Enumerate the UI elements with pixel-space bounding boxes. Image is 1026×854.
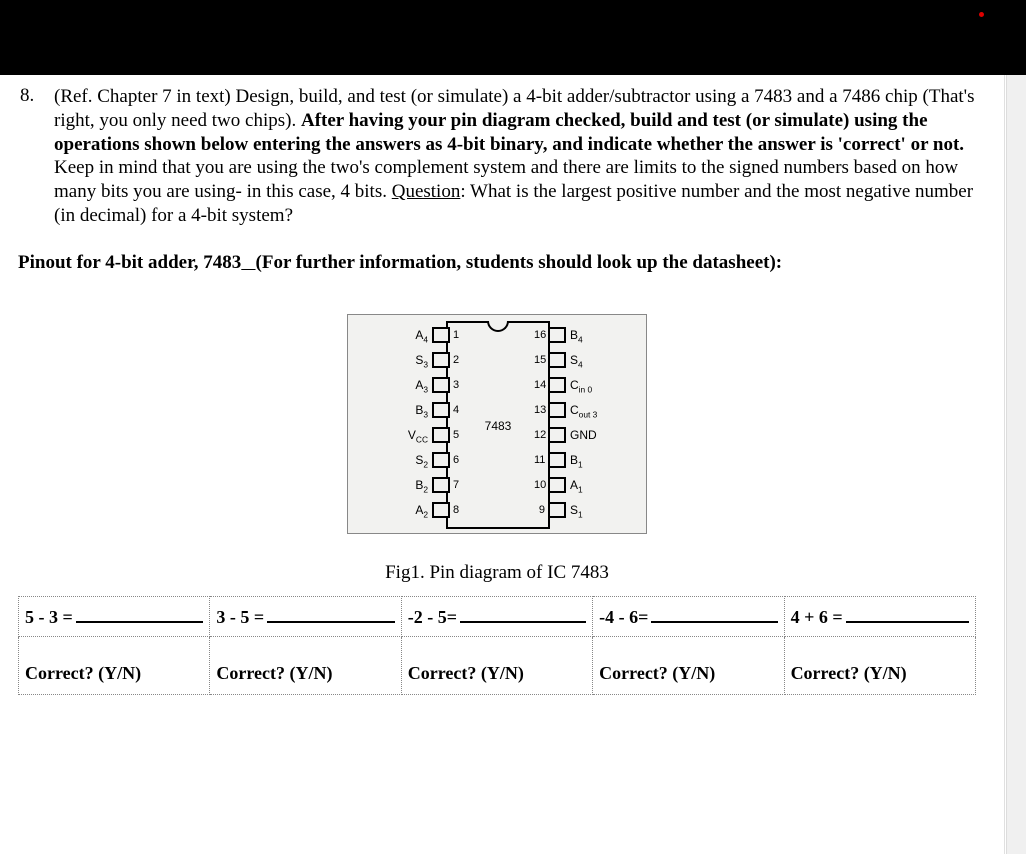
- pin-left-5: VCC 5: [396, 425, 464, 445]
- op-cell-1: 5 - 3 =: [19, 596, 210, 637]
- pin-box-icon: [548, 402, 566, 418]
- pin-box-icon: [548, 377, 566, 393]
- pin-left-1: A4 1: [396, 325, 464, 345]
- table-row: Correct? (Y/N) Correct? (Y/N) Correct? (…: [19, 637, 976, 695]
- question-body: (Ref. Chapter 7 in text) Design, build, …: [54, 85, 976, 228]
- pin-box-icon: [432, 502, 450, 518]
- pin-right-10: 10 A1: [534, 475, 602, 495]
- pin-box-icon: [432, 352, 450, 368]
- question-number: 8.: [18, 85, 54, 228]
- pinout-heading-a: Pinout for 4-bit adder, 7483: [18, 252, 241, 273]
- ic-diagram: 7483 A4 1 S3 2 A3 3 B3 4: [347, 314, 647, 534]
- recording-indicator-icon: [979, 12, 984, 17]
- answer-blank: [76, 605, 204, 624]
- operations-table: 5 - 3 = 3 - 5 = -2 - 5= -4 - 6= 4 + 6 = …: [18, 596, 976, 696]
- pin-right-16: 16 B4: [534, 325, 602, 345]
- ic-diagram-wrapper: 7483 A4 1 S3 2 A3 3 B3 4: [18, 314, 976, 540]
- pin-right-14: 14 Cin 0: [534, 375, 602, 395]
- pin-right-13: 13 Cout 3: [534, 400, 602, 420]
- question-text-ul: Question: [392, 181, 461, 202]
- pinout-heading: Pinout for 4-bit adder, 7483 (For furthe…: [18, 252, 976, 274]
- pin-right-12: 12 GND: [534, 425, 602, 445]
- op-cell-5: 4 + 6 =: [784, 596, 975, 637]
- pin-box-icon: [432, 477, 450, 493]
- answer-blank: [267, 605, 395, 624]
- pin-box-icon: [548, 452, 566, 468]
- pin-box-icon: [548, 502, 566, 518]
- op-cell-4: -4 - 6=: [593, 596, 784, 637]
- pin-box-icon: [432, 377, 450, 393]
- ic-center-label: 7483: [485, 419, 512, 433]
- pin-box-icon: [432, 327, 450, 343]
- pin-right-11: 11 B1: [534, 450, 602, 470]
- pin-box-icon: [548, 327, 566, 343]
- pin-box-icon: [548, 427, 566, 443]
- document-page: 8. (Ref. Chapter 7 in text) Design, buil…: [0, 75, 1005, 854]
- op-cell-2: 3 - 5 =: [210, 596, 401, 637]
- answer-blank: [846, 605, 969, 624]
- table-row: 5 - 3 = 3 - 5 = -2 - 5= -4 - 6= 4 + 6 =: [19, 596, 976, 637]
- pin-box-icon: [432, 427, 450, 443]
- answer-blank: [460, 605, 586, 624]
- pin-box-icon: [548, 477, 566, 493]
- correct-cell-2: Correct? (Y/N): [210, 637, 401, 695]
- correct-cell-4: Correct? (Y/N): [593, 637, 784, 695]
- pin-box-icon: [432, 402, 450, 418]
- scrollbar-gutter[interactable]: [1006, 75, 1026, 854]
- pin-left-2: S3 2: [396, 350, 464, 370]
- pinout-heading-b: (For further information, students shoul…: [256, 252, 783, 273]
- pin-left-6: S2 6: [396, 450, 464, 470]
- pin-right-15: 15 S4: [534, 350, 602, 370]
- ic-notch-icon: [487, 321, 509, 332]
- answer-blank: [651, 605, 777, 624]
- correct-cell-5: Correct? (Y/N): [784, 637, 975, 695]
- correct-cell-3: Correct? (Y/N): [401, 637, 592, 695]
- figure-caption: Fig1. Pin diagram of IC 7483: [18, 562, 976, 584]
- pin-left-8: A2 8: [396, 500, 464, 520]
- pin-left-3: A3 3: [396, 375, 464, 395]
- pin-left-7: B2 7: [396, 475, 464, 495]
- question-row: 8. (Ref. Chapter 7 in text) Design, buil…: [18, 85, 976, 228]
- op-cell-3: -2 - 5=: [401, 596, 592, 637]
- pin-box-icon: [548, 352, 566, 368]
- pin-box-icon: [432, 452, 450, 468]
- window-top-bar: [0, 0, 1026, 75]
- correct-cell-1: Correct? (Y/N): [19, 637, 210, 695]
- pin-left-4: B3 4: [396, 400, 464, 420]
- pin-right-9: 9 S1: [534, 500, 602, 520]
